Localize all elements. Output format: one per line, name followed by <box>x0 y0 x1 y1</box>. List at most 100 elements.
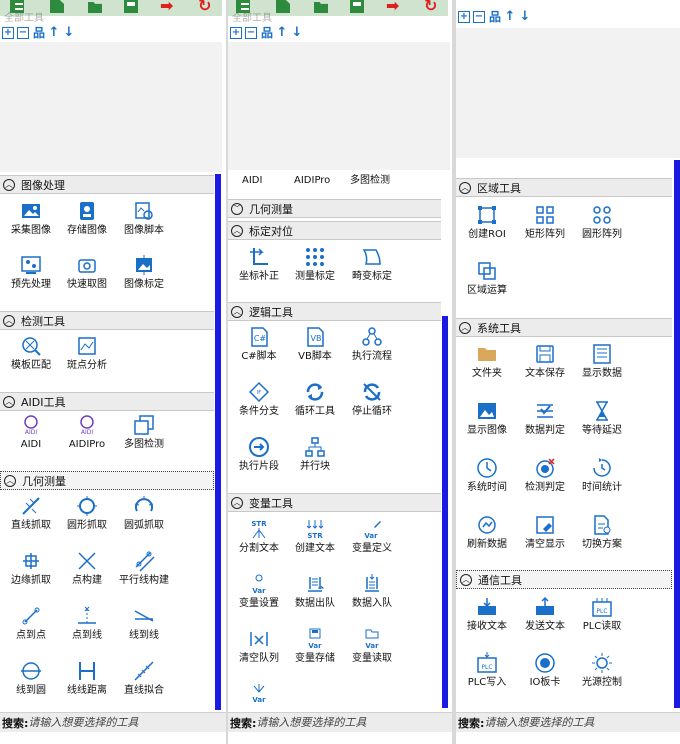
search-input[interactable] <box>256 716 437 729</box>
tool-item[interactable]: 点到点 <box>2 605 60 642</box>
tool-item[interactable]: 点构建 <box>58 550 116 587</box>
tool-item[interactable]: 文本保存 <box>516 343 574 380</box>
tool-item[interactable]: 线到线 <box>115 605 173 642</box>
tool-item[interactable]: 切换方案 <box>573 514 631 551</box>
tool-item[interactable]: 时间统计 <box>573 457 631 494</box>
tool-item[interactable]: 执行流程 <box>343 326 401 363</box>
section-header[interactable]: ︿ 系统工具 <box>456 318 672 337</box>
section-header[interactable]: ︿ 变量工具 <box>228 493 441 512</box>
refresh-red-icon[interactable]: ↻ <box>198 0 211 15</box>
tool-item[interactable]: 显示数据 <box>573 343 631 380</box>
tool-item[interactable]: 数据出队 <box>286 573 344 610</box>
section-header[interactable]: ︿ 区域工具 <box>456 178 672 197</box>
tool-item[interactable]: 快速取图 <box>58 254 116 291</box>
tool-item[interactable]: 停止循环 <box>343 381 401 418</box>
tool-item[interactable]: IO板卡 <box>516 652 574 689</box>
tool-item[interactable]: 接收文本 <box>458 596 516 633</box>
tool-item[interactable]: 清空显示 <box>516 514 574 551</box>
tool-item[interactable]: 线到圆 <box>2 660 60 697</box>
tool-tab-title[interactable]: 全部工具 <box>4 9 44 24</box>
collapse-toggle-icon[interactable]: ︿ <box>231 305 243 318</box>
tool-item[interactable]: 数据入队 <box>343 573 401 610</box>
collapse-all-icon[interactable]: − <box>473 11 485 23</box>
tree-icon[interactable]: 品 <box>260 26 274 40</box>
tool-item[interactable]: 多图检测 <box>115 414 173 451</box>
collapse-toggle-icon[interactable]: ︿ <box>3 395 15 408</box>
tool-item[interactable]: 光源控制 <box>573 652 631 689</box>
collapse-toggle-icon[interactable]: ︿ <box>4 474 16 487</box>
collapse-toggle-icon[interactable]: ︿ <box>459 321 471 334</box>
tool-item[interactable]: 圆弧抓取 <box>115 495 173 532</box>
tree-icon[interactable]: 品 <box>488 10 502 24</box>
collapse-all-icon[interactable]: − <box>245 27 257 39</box>
section-header[interactable]: ﹀ 几何测量 <box>228 199 441 218</box>
tool-item[interactable]: 坐标补正 <box>230 246 288 283</box>
tool-label[interactable]: AIDIPro <box>294 175 330 187</box>
run-arrow-icon[interactable]: ➡ <box>160 0 173 15</box>
scrollbar[interactable] <box>215 174 221 710</box>
tool-item[interactable]: 循环工具 <box>286 381 344 418</box>
tool-item[interactable]: 采集图像 <box>2 200 60 237</box>
new-file-icon[interactable] <box>50 0 64 13</box>
tool-item[interactable]: Var 变量设置 <box>230 573 288 610</box>
search-input[interactable] <box>484 716 665 729</box>
move-down-icon[interactable]: ↓ <box>62 26 76 40</box>
tool-item[interactable]: 平行线构建 <box>115 550 173 587</box>
tool-item[interactable]: STR 分割文本 <box>230 518 288 555</box>
tool-item[interactable]: 圆形抓取 <box>58 495 116 532</box>
tool-item[interactable]: IF 条件分支 <box>230 381 288 418</box>
tool-item[interactable]: Var <box>230 682 288 707</box>
tool-item[interactable]: 测量标定 <box>286 246 344 283</box>
tool-item[interactable]: VB VB脚本 <box>286 326 344 363</box>
move-down-icon[interactable]: ↓ <box>290 26 304 40</box>
tool-item[interactable]: 圆形阵列 <box>573 204 631 241</box>
tool-item[interactable]: 刷新数据 <box>458 514 516 551</box>
tool-item[interactable]: Var 变量存储 <box>286 628 344 665</box>
tool-item[interactable]: 点到线 <box>58 605 116 642</box>
tool-item[interactable]: 显示图像 <box>458 400 516 437</box>
section-header[interactable]: ︿ AIDI工具 <box>0 392 214 411</box>
collapse-all-icon[interactable]: − <box>17 27 29 39</box>
tool-item[interactable]: Var 变量读取 <box>343 628 401 665</box>
new-file-icon[interactable] <box>276 0 290 13</box>
collapse-toggle-icon[interactable]: ︿ <box>231 496 243 509</box>
tool-item[interactable]: 矩形阵列 <box>516 204 574 241</box>
search-input[interactable] <box>28 716 209 729</box>
tool-item[interactable]: 线线距离 <box>58 660 116 697</box>
expand-all-icon[interactable]: + <box>458 11 470 23</box>
move-up-icon[interactable]: ↑ <box>503 10 517 24</box>
expand-all-icon[interactable]: + <box>2 27 14 39</box>
save-icon[interactable] <box>350 0 364 13</box>
open-folder-icon[interactable] <box>314 1 328 13</box>
tool-item[interactable]: 畸变标定 <box>343 246 401 283</box>
tool-item[interactable]: 执行片段 <box>230 436 288 473</box>
tool-item[interactable]: 并行块 <box>286 436 344 473</box>
save-icon[interactable] <box>124 0 138 13</box>
section-header[interactable]: ︿ 图像处理 <box>0 175 214 194</box>
scrollbar[interactable] <box>674 160 680 708</box>
tool-item[interactable]: 边缘抓取 <box>2 550 60 587</box>
tool-item[interactable]: 系统时间 <box>458 457 516 494</box>
expand-all-icon[interactable]: + <box>230 27 242 39</box>
tool-item[interactable]: 存储图像 <box>58 200 116 237</box>
section-header[interactable]: ︿ 检测工具 <box>0 311 214 330</box>
scrollbar[interactable] <box>442 316 448 708</box>
tool-item[interactable]: 检测判定 <box>516 457 574 494</box>
tool-item[interactable]: 斑点分析 <box>58 335 116 372</box>
tool-item[interactable]: Var 变量定义 <box>343 518 401 555</box>
collapse-toggle-icon[interactable]: ︿ <box>231 224 243 237</box>
collapse-toggle-icon[interactable]: ︿ <box>459 181 471 194</box>
tool-item[interactable]: 数据判定 <box>516 400 574 437</box>
tool-label[interactable]: 多图检测 <box>350 175 390 187</box>
collapse-toggle-icon[interactable]: ︿ <box>3 178 15 191</box>
tool-item[interactable]: 等待延迟 <box>573 400 631 437</box>
tool-label[interactable]: AIDI <box>242 175 262 187</box>
tool-item[interactable]: 区域运算 <box>458 260 516 297</box>
tool-item[interactable]: 直线拟合 <box>115 660 173 697</box>
tool-item[interactable]: PLC PLC读取 <box>573 596 631 633</box>
tool-item[interactable]: 模板匹配 <box>2 335 60 372</box>
tool-item[interactable]: 文件夹 <box>458 343 516 380</box>
move-down-icon[interactable]: ↓ <box>518 10 532 24</box>
tool-item[interactable]: PLC PLC写入 <box>458 652 516 689</box>
tool-item[interactable]: C# C#脚本 <box>230 326 288 363</box>
